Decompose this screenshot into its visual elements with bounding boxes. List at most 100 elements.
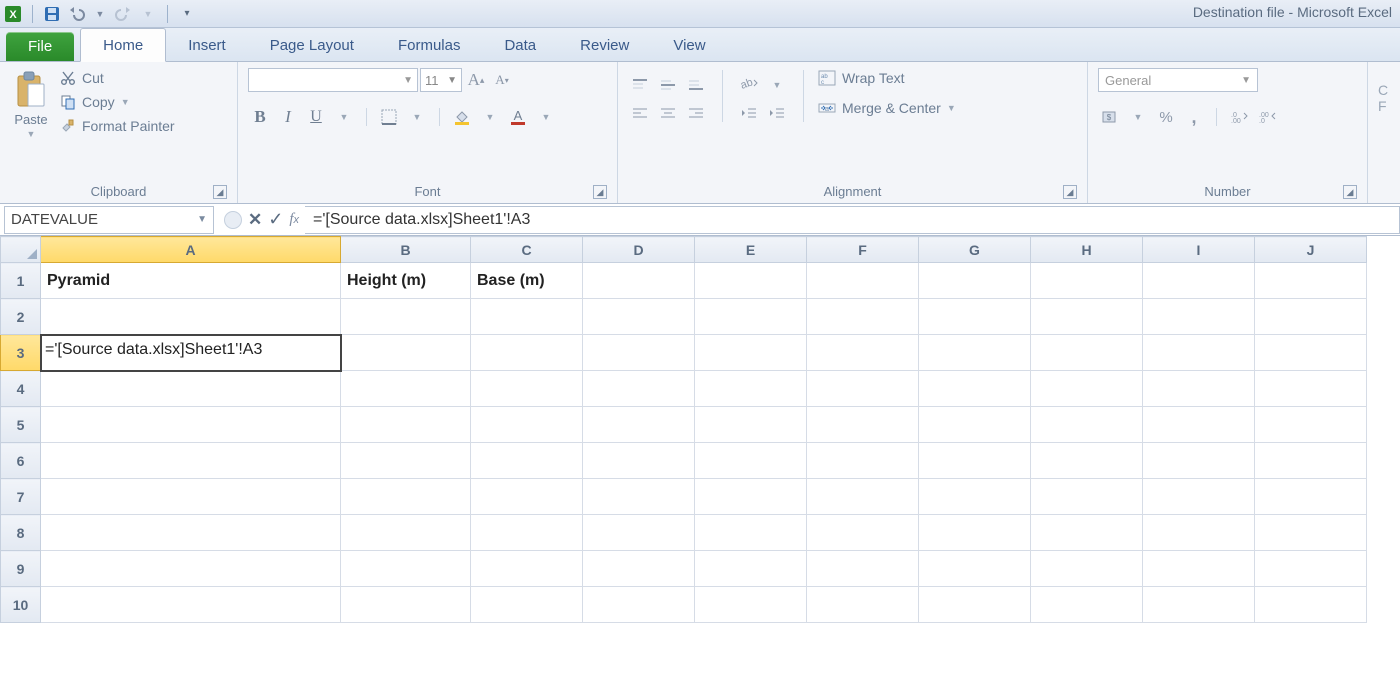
cell-I9[interactable] [1143, 551, 1255, 587]
row-header-2[interactable]: 2 [1, 299, 41, 335]
cell-G9[interactable] [919, 551, 1031, 587]
cell-I2[interactable] [1143, 299, 1255, 335]
cell-C10[interactable] [471, 587, 583, 623]
cell-D7[interactable] [583, 479, 695, 515]
borders-button[interactable] [377, 106, 401, 128]
wrap-text-button[interactable]: abc Wrap Text [818, 68, 956, 88]
tab-insert[interactable]: Insert [166, 29, 248, 61]
row-header-1[interactable]: 1 [1, 263, 41, 299]
cell-H1[interactable] [1031, 263, 1143, 299]
cell-B9[interactable] [341, 551, 471, 587]
tab-data[interactable]: Data [482, 29, 558, 61]
cell-J6[interactable] [1255, 443, 1367, 479]
cell-B8[interactable] [341, 515, 471, 551]
col-header-F[interactable]: F [807, 237, 919, 263]
cell-H7[interactable] [1031, 479, 1143, 515]
fill-color-dropdown-icon[interactable]: ▼ [478, 106, 502, 128]
italic-button[interactable]: I [276, 106, 300, 128]
cell-I4[interactable] [1143, 371, 1255, 407]
font-dialog-launcher[interactable]: ◢ [593, 185, 607, 199]
merge-dropdown-icon[interactable]: ▼ [947, 103, 956, 113]
cell-I1[interactable] [1143, 263, 1255, 299]
cell-G10[interactable] [919, 587, 1031, 623]
cell-H3[interactable] [1031, 335, 1143, 371]
cell-D2[interactable] [583, 299, 695, 335]
row-header-4[interactable]: 4 [1, 371, 41, 407]
cell-E2[interactable] [695, 299, 807, 335]
cell-G5[interactable] [919, 407, 1031, 443]
select-all-corner[interactable] [1, 237, 41, 263]
font-color-button[interactable]: A [506, 106, 530, 128]
decrease-indent-button[interactable] [737, 102, 761, 124]
accounting-dropdown-icon[interactable]: ▼ [1126, 106, 1150, 128]
cell-H8[interactable] [1031, 515, 1143, 551]
copy-dropdown-icon[interactable]: ▼ [121, 97, 130, 107]
font-color-dropdown-icon[interactable]: ▼ [534, 106, 558, 128]
cell-E9[interactable] [695, 551, 807, 587]
grow-font-button[interactable]: A▴ [464, 69, 488, 91]
cell-A8[interactable] [41, 515, 341, 551]
cell-E1[interactable] [695, 263, 807, 299]
cell-E6[interactable] [695, 443, 807, 479]
cell-F9[interactable] [807, 551, 919, 587]
cell-C8[interactable] [471, 515, 583, 551]
cell-B10[interactable] [341, 587, 471, 623]
align-bottom-button[interactable] [684, 74, 708, 96]
cell-F1[interactable] [807, 263, 919, 299]
cell-C2[interactable] [471, 299, 583, 335]
cell-B1[interactable]: Height (m) [341, 263, 471, 299]
cell-B5[interactable] [341, 407, 471, 443]
col-header-G[interactable]: G [919, 237, 1031, 263]
row-header-5[interactable]: 5 [1, 407, 41, 443]
cell-G8[interactable] [919, 515, 1031, 551]
col-header-H[interactable]: H [1031, 237, 1143, 263]
grid[interactable]: A B C D E F G H I J 1 Pyramid Height (m)… [0, 236, 1367, 623]
cell-D8[interactable] [583, 515, 695, 551]
number-dialog-launcher[interactable]: ◢ [1343, 185, 1357, 199]
cell-C7[interactable] [471, 479, 583, 515]
paste-button[interactable]: Paste ▼ [10, 68, 52, 141]
col-header-E[interactable]: E [695, 237, 807, 263]
cell-F7[interactable] [807, 479, 919, 515]
merge-center-button[interactable]: a Merge & Center ▼ [818, 98, 956, 118]
paste-dropdown-icon[interactable]: ▼ [27, 129, 36, 139]
cell-J8[interactable] [1255, 515, 1367, 551]
align-center-button[interactable] [656, 102, 680, 124]
underline-dropdown-icon[interactable]: ▼ [332, 106, 356, 128]
cell-E7[interactable] [695, 479, 807, 515]
tab-view[interactable]: View [651, 29, 727, 61]
cell-J5[interactable] [1255, 407, 1367, 443]
col-header-I[interactable]: I [1143, 237, 1255, 263]
cancel-icon[interactable]: ✕ [248, 210, 262, 230]
cell-H5[interactable] [1031, 407, 1143, 443]
cell-C5[interactable] [471, 407, 583, 443]
shrink-font-button[interactable]: A▾ [490, 69, 514, 91]
cell-I10[interactable] [1143, 587, 1255, 623]
tab-home[interactable]: Home [80, 28, 166, 62]
cell-J10[interactable] [1255, 587, 1367, 623]
cell-B3[interactable] [341, 335, 471, 371]
cell-A9[interactable] [41, 551, 341, 587]
cell-J9[interactable] [1255, 551, 1367, 587]
increase-decimal-button[interactable]: .0.00 [1227, 106, 1251, 128]
col-header-D[interactable]: D [583, 237, 695, 263]
cell-J2[interactable] [1255, 299, 1367, 335]
alignment-dialog-launcher[interactable]: ◢ [1063, 185, 1077, 199]
redo-dropdown-icon[interactable]: ▼ [139, 5, 157, 23]
cell-F10[interactable] [807, 587, 919, 623]
cell-F2[interactable] [807, 299, 919, 335]
cell-D6[interactable] [583, 443, 695, 479]
cell-G2[interactable] [919, 299, 1031, 335]
cell-E10[interactable] [695, 587, 807, 623]
row-header-9[interactable]: 9 [1, 551, 41, 587]
align-left-button[interactable] [628, 102, 652, 124]
cell-F3[interactable] [807, 335, 919, 371]
cell-D10[interactable] [583, 587, 695, 623]
cell-B7[interactable] [341, 479, 471, 515]
enter-icon[interactable]: ✓ [268, 209, 283, 230]
fill-color-button[interactable] [450, 106, 474, 128]
clipboard-dialog-launcher[interactable]: ◢ [213, 185, 227, 199]
row-header-7[interactable]: 7 [1, 479, 41, 515]
cell-G7[interactable] [919, 479, 1031, 515]
orientation-button[interactable]: ab [737, 74, 761, 96]
